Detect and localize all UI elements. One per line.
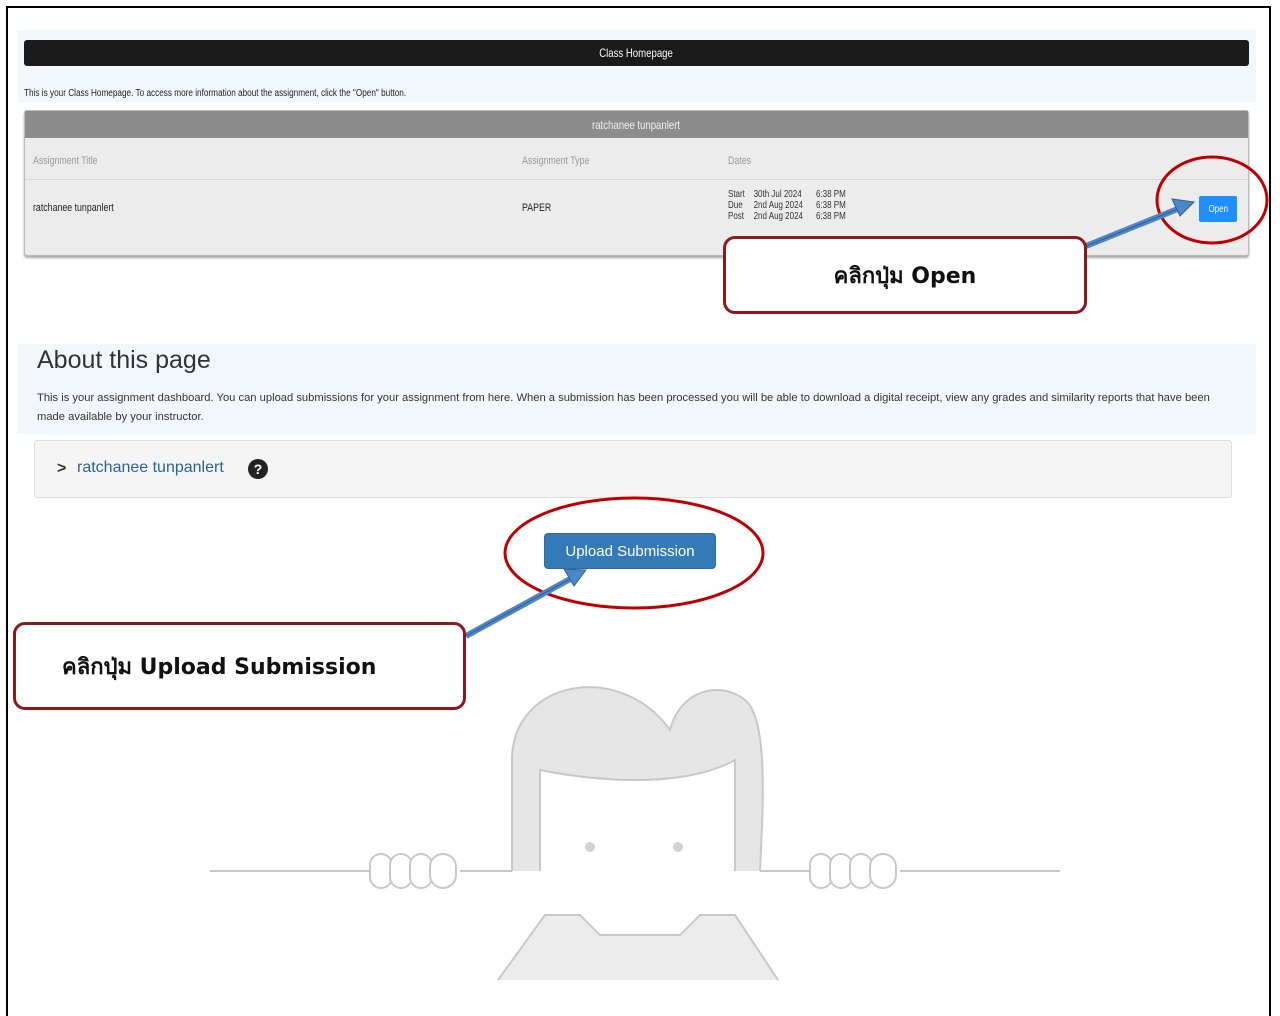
open-instruction-text: คลิกปุ่ม Open [833,263,977,289]
upload-instruction-callout: คลิกปุ่ม Upload Submission [13,622,466,710]
open-instruction-callout: คลิกปุ่ม Open [723,236,1087,314]
arrow-to-upload-button [464,568,587,639]
arrow-to-open-button [1084,198,1196,249]
annotation-overlay [464,155,1269,639]
upload-instruction-text: คลิกปุ่ม Upload Submission [62,654,377,680]
